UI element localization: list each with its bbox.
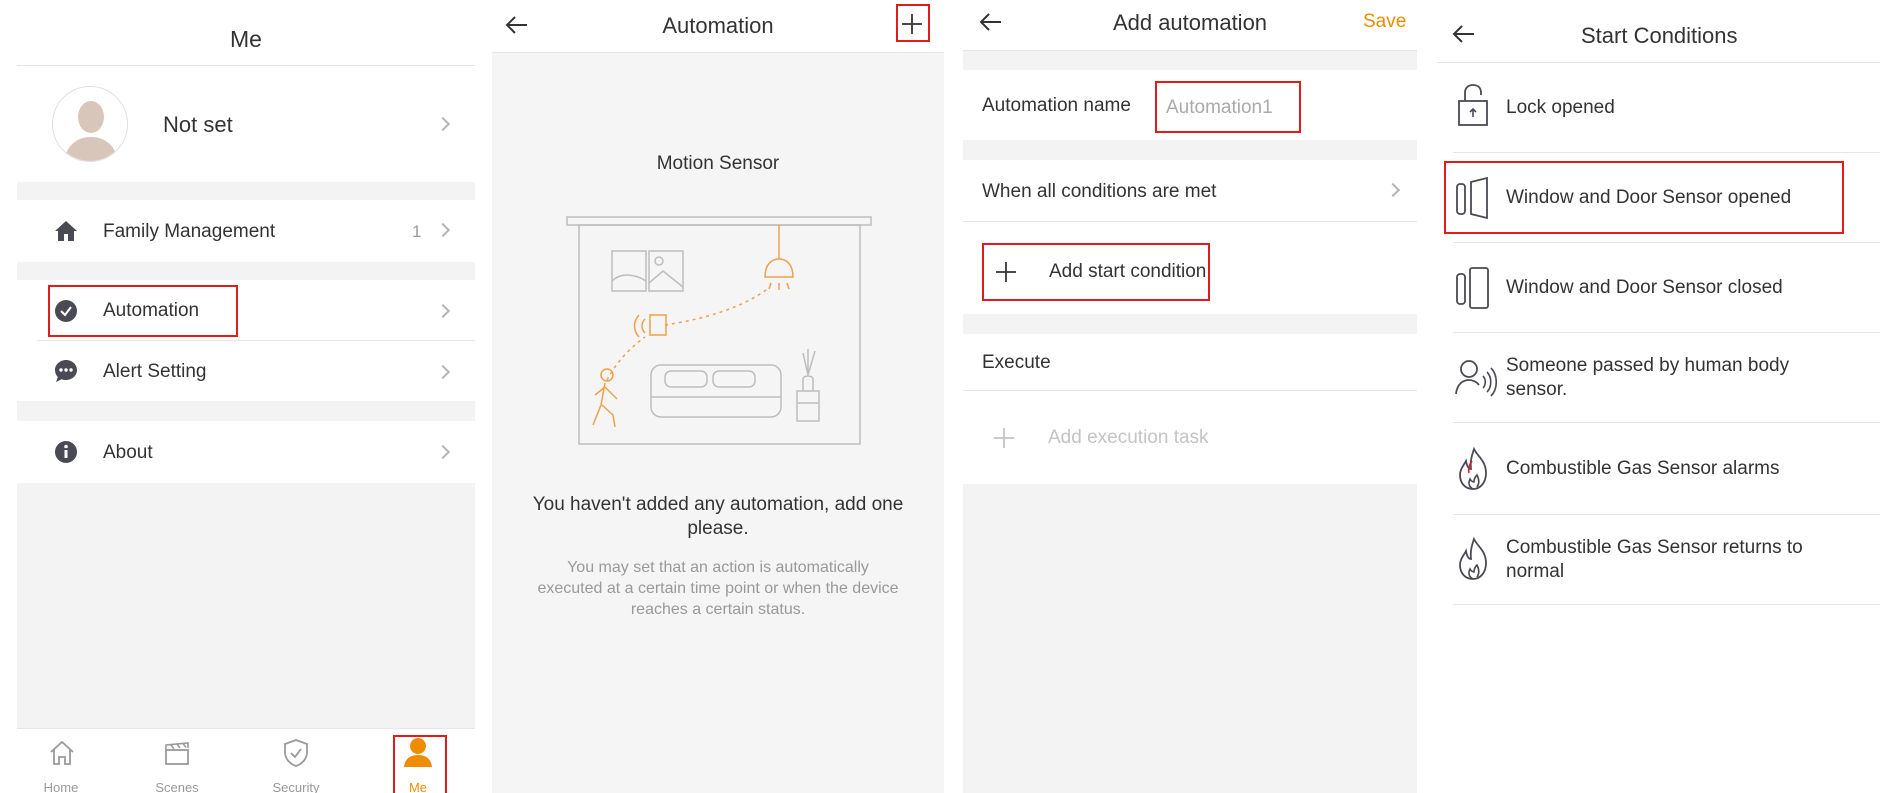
menu-item-alert-setting[interactable]: Alert Setting: [17, 341, 475, 401]
info-icon: [55, 441, 77, 463]
flame-alarm-icon: [1459, 447, 1487, 490]
signal-path: [664, 286, 771, 326]
count-badge: 1: [412, 222, 422, 241]
chevron-right-icon: [435, 444, 451, 460]
condition-label: Lock opened: [1506, 97, 1615, 118]
tab-label: Me: [408, 780, 428, 793]
empty-area: [17, 483, 475, 728]
section-gap: [17, 182, 475, 200]
condition-label: Combustible Gas Sensor alarms: [1506, 458, 1780, 479]
condition-label: Combustible Gas Sensor returns to normal: [1506, 537, 1803, 582]
page-title: Add automation: [1112, 10, 1268, 35]
condition-label: Someone passed by human body sensor.: [1506, 355, 1790, 400]
nightstand: [796, 349, 820, 422]
door-sensor-open-icon: [1456, 176, 1488, 220]
header: Automation: [492, 0, 944, 53]
add-start-condition-button[interactable]: Add start condition: [982, 243, 1210, 301]
condition-item[interactable]: Lock opened: [1453, 63, 1880, 153]
condition-item[interactable]: Window and Door Sensor closed: [1453, 243, 1880, 333]
picture-frames: [611, 250, 684, 292]
house-icon: [55, 221, 77, 241]
condition-mode-row[interactable]: When all conditions are met: [963, 160, 1417, 222]
automation-name-input[interactable]: Automation1: [1155, 81, 1301, 133]
execute-header: Execute: [963, 334, 1417, 391]
tab-security[interactable]: Security: [261, 729, 331, 793]
chevron-right-icon: [435, 222, 451, 238]
flame-icon: [1459, 537, 1487, 580]
chat-bubble-icon: [55, 360, 77, 382]
condition-item[interactable]: Combustible Gas Sensor returns to normal: [1453, 515, 1880, 605]
menu-item-about[interactable]: About: [17, 421, 475, 483]
empty-heading: You haven't added any automation, add on…: [532, 494, 904, 539]
page-title: Start Conditions: [1581, 23, 1738, 48]
door-sensor-closed-icon: [1456, 267, 1489, 309]
field-label: Automation name: [982, 95, 1131, 116]
empty-description: You may set that an action is automatica…: [537, 559, 899, 618]
section-gap: [17, 262, 475, 280]
sensor-device: [633, 314, 667, 338]
page-title: Automation: [662, 13, 774, 38]
lock-open-icon: [1458, 84, 1488, 126]
tab-me[interactable]: Me: [393, 729, 443, 793]
me-screen: Me Not set Family Management 1 Automatio…: [17, 0, 475, 793]
button-label: Add execution task: [1048, 427, 1209, 448]
shield-icon: [284, 739, 308, 767]
motion-person-icon: [1455, 360, 1497, 397]
condition-item[interactable]: Window and Door Sensor opened: [1453, 153, 1880, 243]
menu-item-family[interactable]: Family Management 1: [17, 200, 475, 262]
add-icon[interactable]: [900, 12, 924, 36]
plus-icon: [994, 428, 1014, 448]
chevron-right-icon: [435, 303, 451, 319]
tab-label: Security: [272, 780, 320, 793]
empty-area: [963, 484, 1417, 793]
menu-label: Alert Setting: [103, 361, 207, 382]
section-gap: [963, 314, 1417, 334]
profile-row[interactable]: Not set: [17, 66, 475, 182]
back-arrow-icon[interactable]: [1452, 24, 1476, 44]
illustration-label: Motion Sensor: [656, 153, 780, 174]
condition-mode-label: When all conditions are met: [982, 181, 1217, 202]
bed: [650, 364, 782, 418]
menu-item-automation[interactable]: Automation: [17, 280, 475, 340]
person-icon: [404, 738, 432, 767]
tab-label: Home: [43, 780, 79, 793]
automation-screen: Automation Motion Sensor You haven't add…: [492, 0, 944, 793]
tab-label: Scenes: [155, 780, 199, 793]
condition-label: Window and Door Sensor opened: [1506, 187, 1792, 208]
home-icon: [50, 740, 74, 765]
section-gap: [963, 50, 1417, 70]
button-label: Add start condition: [1049, 261, 1207, 282]
section-title: Execute: [982, 352, 1051, 373]
profile-name: Not set: [163, 112, 233, 137]
automation-icon: [55, 300, 77, 322]
pendant-lamp: [764, 225, 794, 290]
chevron-right-icon: [435, 364, 451, 380]
menu-label: Automation: [103, 300, 200, 321]
add-automation-screen: Add automation Save Automation name Auto…: [963, 0, 1417, 793]
condition-label: Window and Door Sensor closed: [1506, 277, 1783, 298]
condition-item[interactable]: Someone passed by human body sensor.: [1453, 333, 1880, 423]
tab-scenes[interactable]: Scenes: [147, 729, 207, 793]
save-button[interactable]: Save: [1363, 11, 1406, 33]
page-title: Me: [230, 26, 262, 52]
menu-label: About: [103, 442, 153, 463]
condition-item[interactable]: Combustible Gas Sensor alarms: [1453, 423, 1880, 515]
avatar: [52, 86, 128, 162]
start-conditions-screen: Start Conditions Lock opened Window and …: [1437, 0, 1880, 793]
tab-home[interactable]: Home: [31, 729, 91, 793]
bottom-tab-bar: Home Scenes Security Me: [17, 728, 475, 793]
clapperboard-icon: [165, 742, 189, 765]
add-execution-task-button[interactable]: Add execution task: [963, 392, 1417, 484]
input-placeholder: Automation1: [1166, 97, 1273, 118]
chevron-right-icon: [435, 116, 451, 132]
menu-label: Family Management: [103, 221, 276, 242]
plus-icon: [996, 262, 1016, 282]
walking-person: [592, 368, 618, 428]
section-gap: [963, 140, 1417, 160]
room-illustration: [566, 216, 872, 445]
chevron-right-icon: [1385, 182, 1401, 198]
automation-name-row: Automation name Automation1: [963, 70, 1417, 140]
section-gap: [17, 401, 475, 421]
